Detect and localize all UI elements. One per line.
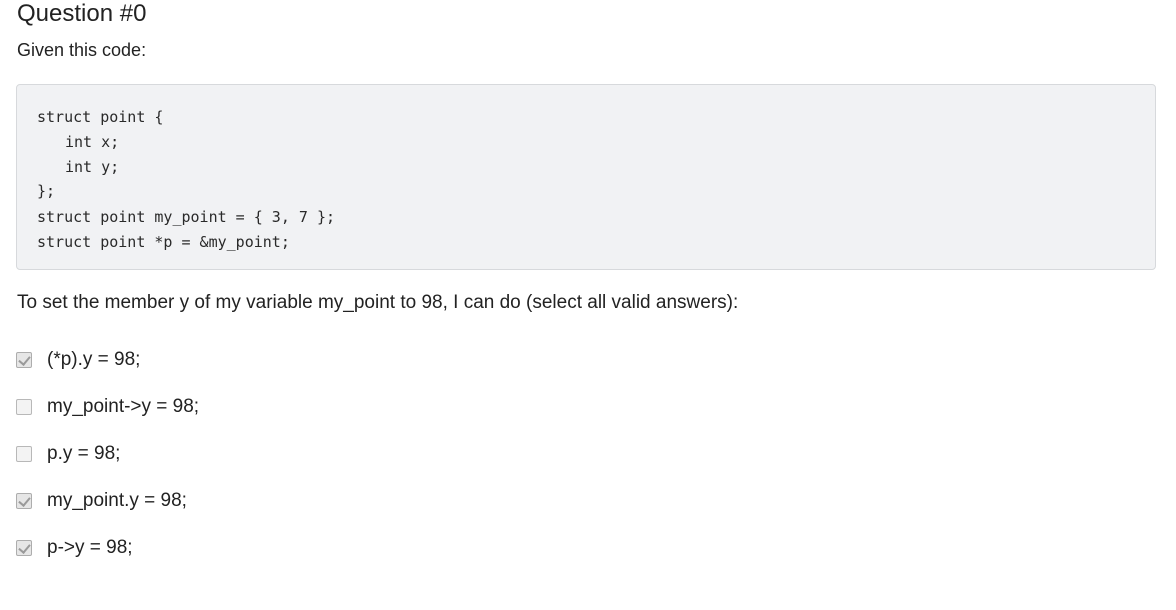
answer-option[interactable]: my_point.y = 98;	[16, 477, 716, 524]
answer-option[interactable]: p.y = 98;	[16, 430, 716, 477]
code-line: struct point my_point = { 3, 7 };	[37, 208, 336, 227]
answer-label: (*p).y = 98;	[47, 348, 141, 370]
answer-label: my_point->y = 98;	[47, 395, 200, 417]
code-line: struct point *p = &my_point;	[37, 232, 290, 251]
checkbox[interactable]	[16, 351, 32, 368]
answer-label: my_point.y = 98;	[47, 489, 187, 511]
question-prompt: To set the member y of my variable my_po…	[17, 292, 739, 313]
code-line: };	[37, 182, 56, 201]
answer-label: p.y = 98;	[47, 442, 121, 464]
checkbox[interactable]	[16, 539, 32, 556]
checkbox[interactable]	[16, 492, 32, 509]
answer-option[interactable]: my_point->y = 98;	[16, 383, 716, 430]
answer-option[interactable]: p->y = 98;	[16, 524, 716, 571]
question-intro: Given this code:	[17, 40, 147, 60]
checkmark-icon	[18, 493, 31, 507]
code-line: struct point {	[37, 108, 164, 126]
question-title: Question #0	[17, 0, 147, 27]
answer-list: (*p).y = 98; my_point->y = 98; p.y = 98;…	[16, 336, 716, 571]
checkbox[interactable]	[16, 445, 32, 462]
code-block: struct point { int x; int y; }; struct p…	[16, 84, 1156, 270]
checkmark-icon	[18, 352, 31, 366]
answer-label: p->y = 98;	[47, 536, 133, 558]
answer-option[interactable]: (*p).y = 98;	[16, 336, 716, 383]
checkmark-icon	[18, 540, 31, 554]
code-line: int x;	[65, 132, 120, 151]
code-line: int y;	[65, 157, 120, 176]
checkbox[interactable]	[16, 398, 32, 415]
